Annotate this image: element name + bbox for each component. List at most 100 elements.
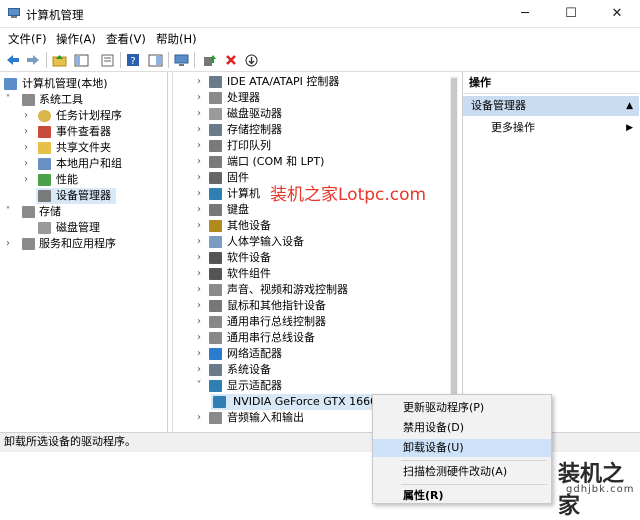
chevron-right-icon[interactable]: › bbox=[22, 108, 30, 124]
menu-update-driver[interactable]: 更新驱动程序(P) bbox=[373, 399, 551, 417]
chevron-right-icon: ▶ bbox=[626, 123, 633, 133]
event-viewer-icon bbox=[38, 126, 51, 138]
update-driver-icon[interactable] bbox=[200, 51, 218, 69]
window-title: 计算机管理 bbox=[26, 8, 84, 22]
toolbar: ? bbox=[0, 48, 640, 72]
speaker-icon bbox=[209, 412, 222, 424]
properties-icon[interactable] bbox=[98, 51, 116, 69]
users-icon bbox=[38, 158, 51, 170]
device-category-icon bbox=[209, 268, 222, 280]
menu-disable-device[interactable]: 禁用设备(D) bbox=[373, 419, 551, 437]
chevron-right-icon[interactable]: › bbox=[22, 172, 30, 188]
chevron-right-icon[interactable]: › bbox=[195, 282, 203, 298]
chevron-right-icon[interactable]: › bbox=[195, 314, 203, 330]
menu-bar: 文件(F) 操作(A) 查看(V) 帮助(H) bbox=[0, 28, 640, 48]
performance-icon bbox=[38, 174, 51, 186]
monitor-icon[interactable] bbox=[172, 51, 190, 69]
title-bar: 计算机管理 ─ ☐ ✕ bbox=[0, 0, 640, 28]
svg-text:?: ? bbox=[130, 56, 135, 67]
chevron-right-icon[interactable]: › bbox=[195, 234, 203, 250]
device-category-icon bbox=[209, 188, 222, 200]
device-category-icon bbox=[209, 108, 222, 120]
chevron-right-icon[interactable]: › bbox=[195, 410, 203, 426]
chevron-down-icon[interactable]: ˅ bbox=[4, 204, 12, 220]
menu-scan-hardware[interactable]: 扫描检测硬件改动(A) bbox=[373, 463, 551, 481]
menu-file[interactable]: 文件(F) bbox=[8, 31, 47, 47]
forward-icon[interactable] bbox=[24, 51, 42, 69]
minimize-button[interactable]: ─ bbox=[502, 0, 548, 28]
chevron-right-icon[interactable]: › bbox=[195, 138, 203, 154]
brand-url: gdhjbk.com bbox=[566, 484, 635, 495]
uninstall-icon[interactable] bbox=[222, 51, 240, 69]
device-category-icon bbox=[209, 236, 222, 248]
menu-action[interactable]: 操作(A) bbox=[56, 31, 96, 47]
maximize-button[interactable]: ☐ bbox=[548, 0, 594, 28]
vertical-scrollbar[interactable] bbox=[450, 76, 458, 416]
chevron-right-icon[interactable]: › bbox=[22, 140, 30, 156]
device-manager-icon bbox=[38, 190, 51, 202]
status-text: 卸载所选设备的驱动程序。 bbox=[4, 435, 136, 448]
console-tree: 计算机管理(本地) ˅ 系统工具 › 任务计划程序 › 事件查看器 › 共享文件… bbox=[0, 72, 168, 432]
download-icon[interactable] bbox=[242, 51, 260, 69]
device-category-icon bbox=[209, 76, 222, 88]
actions-pane: 操作 设备管理器 ▲ 更多操作 ▶ bbox=[462, 72, 640, 432]
chevron-right-icon[interactable]: › bbox=[195, 298, 203, 314]
tree-item-device-manager[interactable]: 设备管理器 bbox=[36, 188, 116, 204]
device-list: › IDE ATA/ATAPI 控制器 › 处理器 › 磁盘驱动器 › 存储控制器 › 打印队列 ›… bbox=[172, 72, 460, 432]
tools-icon bbox=[22, 94, 35, 106]
collapse-arrow-icon[interactable]: ▲ bbox=[626, 96, 633, 116]
menu-properties[interactable]: 属性(R) bbox=[373, 487, 551, 505]
clock-icon bbox=[38, 110, 51, 122]
chevron-right-icon[interactable]: › bbox=[195, 250, 203, 266]
chevron-right-icon[interactable]: › bbox=[195, 154, 203, 170]
chevron-right-icon[interactable]: › bbox=[195, 122, 203, 138]
display-adapter-icon bbox=[213, 396, 226, 408]
chevron-right-icon[interactable]: › bbox=[195, 330, 203, 346]
chevron-right-icon[interactable]: › bbox=[195, 106, 203, 122]
show-hide-tree-icon[interactable] bbox=[72, 51, 90, 69]
scrollbar-thumb[interactable] bbox=[451, 78, 457, 408]
menu-help[interactable]: 帮助(H) bbox=[156, 31, 197, 47]
chevron-right-icon[interactable]: › bbox=[195, 362, 203, 378]
up-folder-icon[interactable] bbox=[50, 51, 68, 69]
close-button[interactable]: ✕ bbox=[594, 0, 640, 28]
chevron-right-icon[interactable]: › bbox=[195, 74, 203, 90]
device-category-icon bbox=[209, 300, 222, 312]
chevron-right-icon[interactable]: › bbox=[195, 202, 203, 218]
chevron-right-icon[interactable]: › bbox=[195, 346, 203, 362]
device-category-icon bbox=[209, 204, 222, 216]
device-category-icon bbox=[209, 348, 222, 360]
storage-icon bbox=[22, 206, 35, 218]
chevron-right-icon[interactable]: › bbox=[22, 124, 30, 140]
device-category-icon bbox=[209, 364, 222, 376]
device-category-icon bbox=[209, 380, 222, 392]
console-icon[interactable] bbox=[146, 51, 164, 69]
chevron-right-icon[interactable]: › bbox=[195, 170, 203, 186]
chevron-right-icon[interactable]: › bbox=[195, 218, 203, 234]
back-icon[interactable] bbox=[4, 51, 22, 69]
device-category-icon bbox=[209, 172, 222, 184]
chevron-right-icon[interactable]: › bbox=[195, 266, 203, 282]
device-category-icon bbox=[209, 316, 222, 328]
actions-header: 操作 bbox=[463, 72, 639, 94]
chevron-right-icon[interactable]: › bbox=[195, 90, 203, 106]
device-gpu-item[interactable]: NVIDIA GeForce GTX 1660 bbox=[211, 394, 377, 410]
device-category-icon bbox=[209, 332, 222, 344]
disk-icon bbox=[38, 222, 51, 234]
actions-section-device-manager[interactable]: 设备管理器 ▲ bbox=[463, 96, 639, 116]
chevron-right-icon[interactable]: › bbox=[195, 186, 203, 202]
menu-uninstall-device[interactable]: 卸载设备(U) bbox=[373, 439, 551, 457]
context-menu: 更新驱动程序(P) 禁用设备(D) 卸载设备(U) 扫描检测硬件改动(A) 属性… bbox=[372, 394, 552, 504]
chevron-down-icon[interactable]: ˅ bbox=[4, 92, 12, 108]
device-category-icon bbox=[209, 140, 222, 152]
device-category-icon bbox=[209, 92, 222, 104]
chevron-down-icon[interactable]: ˅ bbox=[195, 378, 203, 394]
device-category-icon bbox=[209, 284, 222, 296]
chevron-right-icon[interactable]: › bbox=[4, 236, 12, 252]
menu-view[interactable]: 查看(V) bbox=[106, 31, 146, 47]
chevron-right-icon[interactable]: › bbox=[22, 156, 30, 172]
help-icon[interactable]: ? bbox=[124, 51, 142, 69]
watermark-text: 装机之家Lotpc.com bbox=[270, 185, 427, 205]
device-category-icon bbox=[209, 220, 222, 232]
more-actions-link[interactable]: 更多操作 ▶ bbox=[463, 118, 639, 138]
